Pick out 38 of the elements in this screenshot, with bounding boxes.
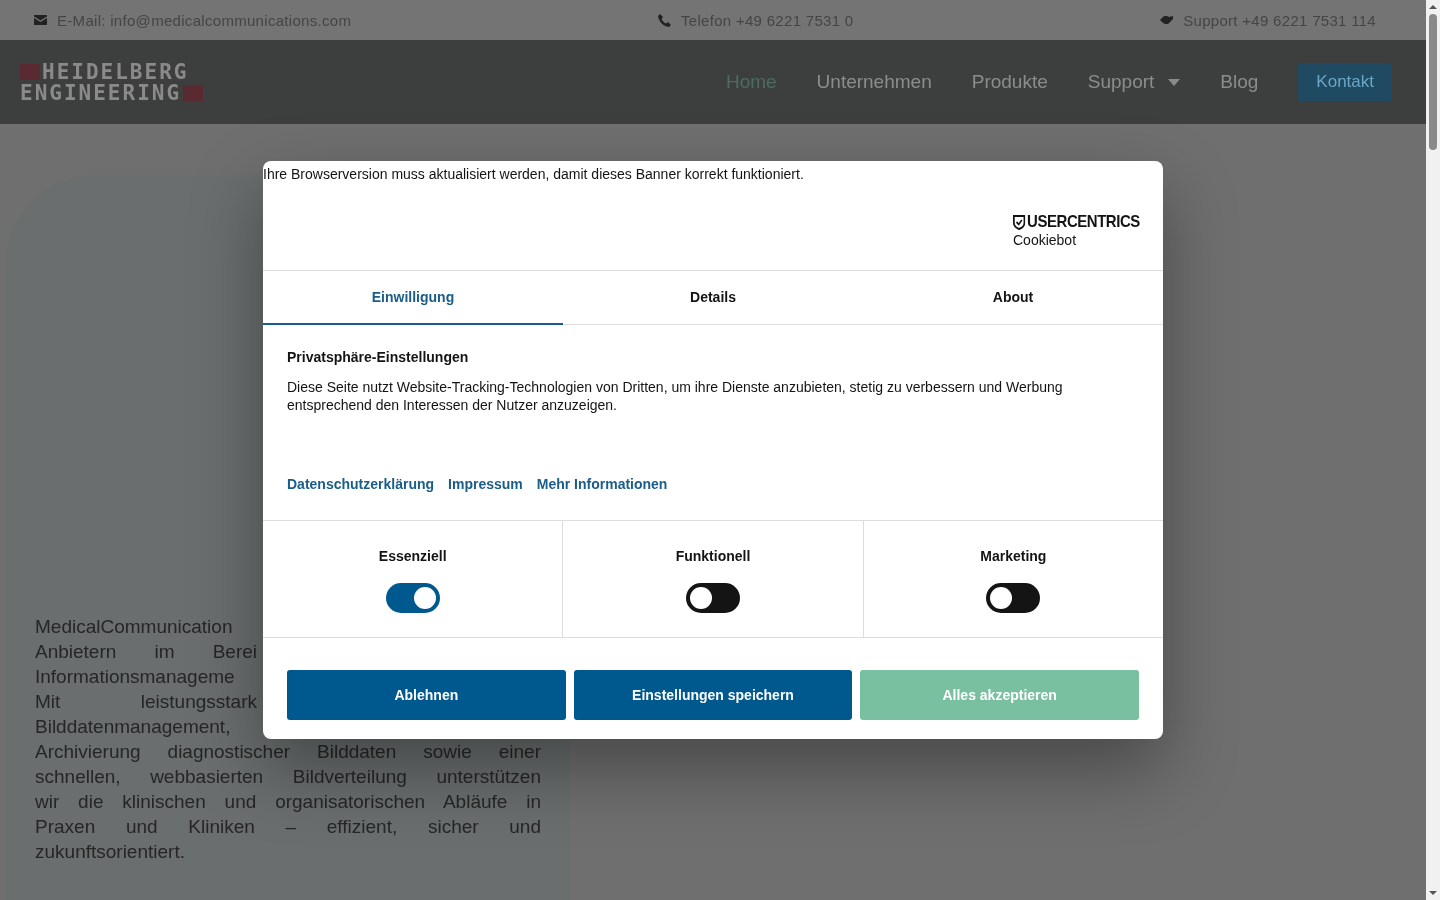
intro-text-line: schnellen, webbasierten Bildverteilung unterstützen — [35, 765, 541, 789]
dialog-button[interactable]: Einstellungen speichern — [573, 670, 853, 720]
dialog-text: Diese Seite nutzt Website-Tracking-Technologien von Dritten, um ihre Dienste anzubieten, stetig zu verbessern und Werbung entsprechend den Interessen der Nutzer anzuzeigen. — [287, 378, 1064, 414]
toggle-switch[interactable] — [986, 583, 1041, 613]
scroll-down-icon[interactable] — [1429, 889, 1437, 897]
category-label: Essenziell — [378, 548, 447, 564]
intro-text-line: zukunftsorientiert. — [35, 840, 186, 864]
dialog-tab[interactable]: About — [863, 271, 1163, 325]
shield-icon — [1013, 214, 1026, 230]
intro-text-line: Mit leistungsstark — [35, 690, 257, 714]
intro-text-line: Informationsmanageme — [35, 665, 236, 689]
dialog-link[interactable]: Impressum — [448, 476, 523, 492]
intro-text-line: MedicalCommunication — [35, 615, 234, 639]
dialog-tab[interactable]: Details — [563, 271, 863, 325]
toggle-switch[interactable] — [686, 583, 740, 613]
dialog-link[interactable]: Datenschutzerklärung — [287, 476, 435, 492]
intro-text-line: Bilddatenmanagement, — [35, 715, 232, 739]
toggle-switch[interactable] — [385, 583, 440, 613]
intro-text-line: Praxen und Kliniken – effizient, sicher und — [35, 815, 541, 839]
intro-text-line: Archivierung diagnostischer Bilddaten sowie einer — [35, 740, 541, 764]
dialog-title: Privatsphäre-Einstellungen — [287, 349, 470, 365]
contact-button[interactable]: Kontakt — [1298, 63, 1392, 101]
brand-name: USERCENTRICS — [1013, 212, 1140, 232]
dialog-tab[interactable]: Einwilligung — [263, 271, 563, 325]
browser-notice: Ihre Browserversion muss aktualisiert werden, damit dieses Banner korrekt funktioniert. — [263, 165, 805, 184]
dialog-button[interactable]: Ablehnen — [287, 670, 566, 720]
scrollbar[interactable] — [1426, 0, 1440, 900]
scroll-up-icon[interactable] — [1429, 3, 1437, 11]
phone-icon — [657, 13, 671, 27]
caret-icon — [1168, 78, 1181, 86]
product-name: Cookiebot — [1013, 232, 1077, 248]
envelope-icon — [34, 15, 47, 25]
dialog-link[interactable]: Mehr Informationen — [536, 476, 668, 492]
intro-text-line: Anbietern im Berei — [35, 640, 257, 664]
scrollbar-thumb[interactable] — [1429, 14, 1437, 150]
category-label: Funktionell — [675, 548, 751, 564]
intro-text-line: wir die klinischen und organisatorischen Abläufe in — [35, 790, 541, 814]
category-label: Marketing — [980, 548, 1047, 564]
